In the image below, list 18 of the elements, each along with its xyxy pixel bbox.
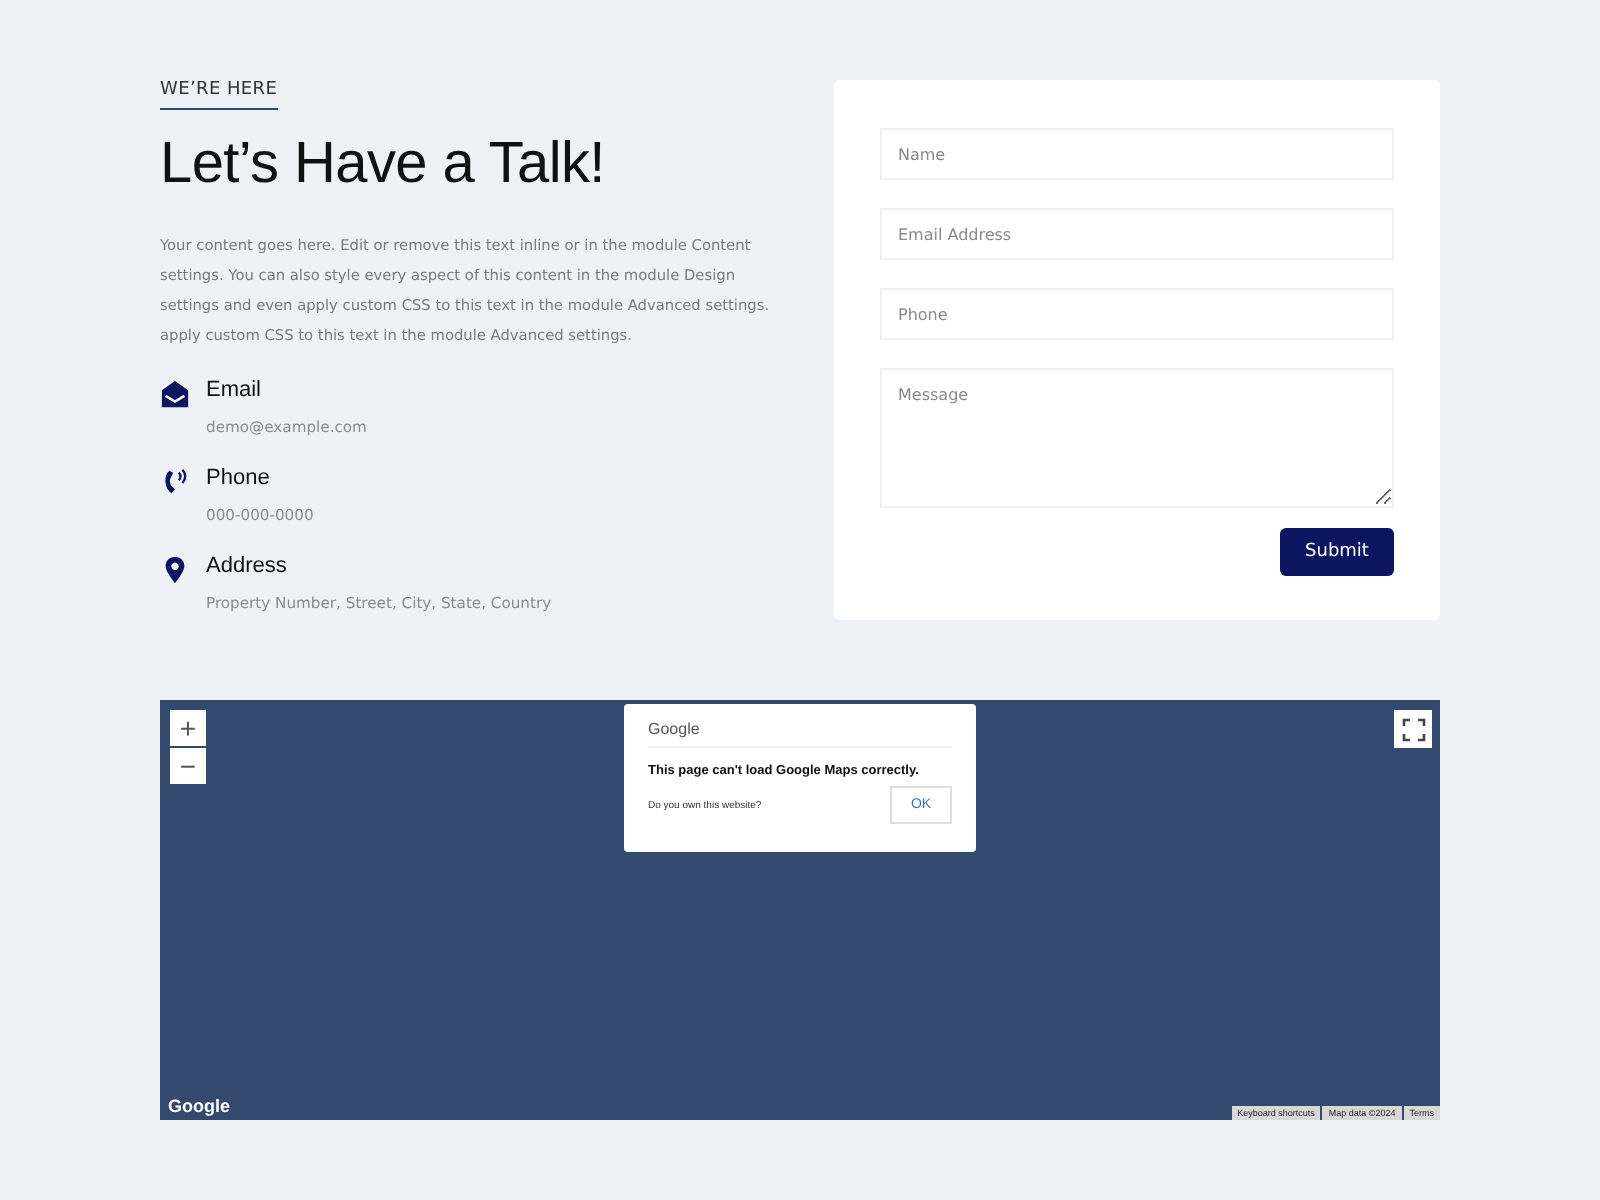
message-field[interactable]: Message (880, 368, 1394, 508)
input-field[interactable]: Email Address (880, 208, 1394, 260)
eyebrow-label: WE’RE HERE (160, 80, 278, 110)
envelope-icon (160, 378, 190, 410)
page-heading: Let’s Have a Talk! (160, 132, 607, 198)
zoom-out-button[interactable]: − (170, 748, 206, 784)
phone-icon (160, 466, 190, 498)
input-field[interactable]: Name (880, 128, 1394, 180)
location-pin-icon (160, 554, 190, 586)
contact-title: Phone (206, 466, 270, 490)
fullscreen-button[interactable] (1394, 710, 1432, 748)
map-logo: Google (168, 1096, 230, 1116)
contact-title: Address (206, 554, 287, 578)
zoom-in-button[interactable]: + (170, 710, 206, 746)
dialog-brand: Google (648, 720, 952, 748)
submit-button[interactable]: Submit (1280, 528, 1394, 576)
input-field[interactable]: Phone (880, 288, 1394, 340)
contact-title: Email (206, 378, 262, 402)
